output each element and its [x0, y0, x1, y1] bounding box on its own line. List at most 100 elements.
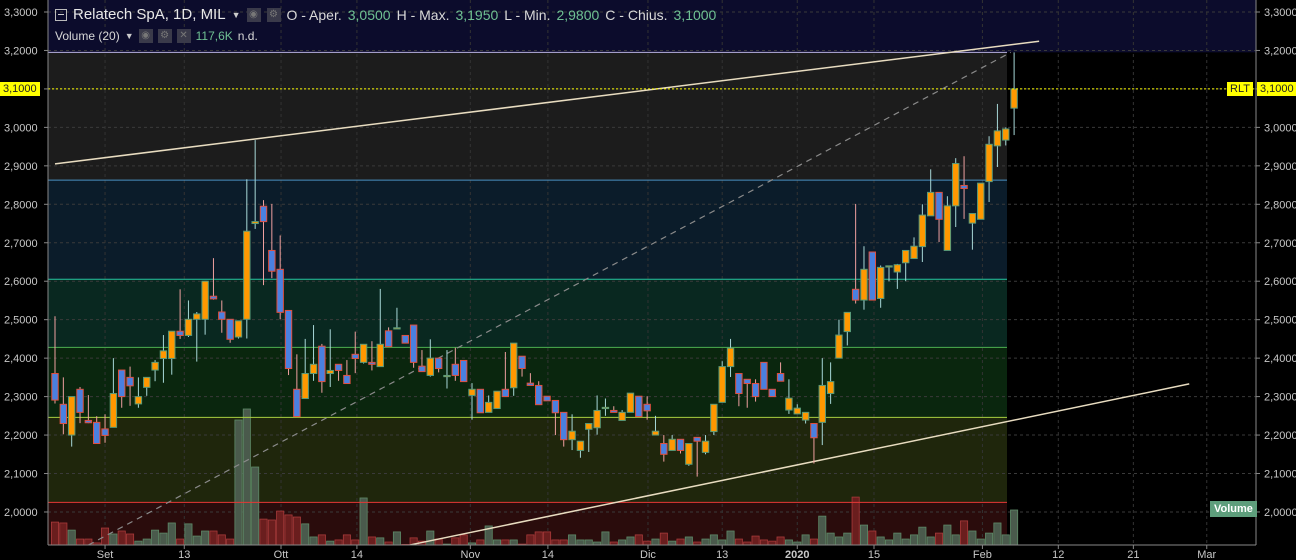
volume-bar [176, 538, 185, 546]
price-tick-label: 2,6000 [1264, 276, 1296, 288]
volume-bar [701, 538, 710, 546]
volume-bar [576, 539, 585, 546]
volume-bar [668, 540, 677, 546]
chevron-down-icon[interactable]: ▼ [232, 10, 241, 20]
candle-body [977, 182, 985, 220]
candle-body [818, 384, 826, 423]
price-tick-label: 2,9000 [1264, 161, 1296, 173]
candle-body [785, 397, 793, 411]
volume-bar [626, 536, 635, 546]
time-tick-label: 15 [868, 549, 880, 560]
volume-bar [659, 532, 668, 546]
time-tick-label: 13 [178, 549, 190, 560]
volume-ma-value: n.d. [237, 29, 258, 43]
candle-body [67, 396, 76, 436]
volume-bar [342, 534, 351, 546]
candle-body [876, 266, 885, 300]
candle-body [826, 381, 835, 395]
candle-body [843, 311, 851, 333]
price-tick-label: 3,3000 [4, 7, 38, 19]
volume-bar [259, 518, 268, 546]
price-tick-label: 2,7000 [4, 238, 38, 250]
volume-bar [134, 540, 143, 546]
candle-body [334, 363, 343, 371]
candle-body [59, 403, 68, 425]
fib-bands [48, 0, 1256, 545]
candle-body [718, 366, 726, 403]
candle-body [401, 334, 409, 344]
volume-bar [993, 522, 1002, 546]
gear-icon[interactable]: ⚙ [157, 29, 172, 43]
candle-body [726, 347, 735, 368]
time-tick-label: 13 [716, 549, 728, 560]
candle-body [393, 327, 401, 330]
candle-body [760, 361, 768, 390]
volume-bar [751, 535, 760, 546]
close-label: C - Chius. [605, 6, 668, 23]
candle-body [601, 406, 610, 410]
gear-icon[interactable]: ⚙ [266, 7, 281, 22]
candle-body [318, 345, 326, 383]
candle-body [376, 343, 384, 368]
ticker-tag: RLT [1227, 82, 1253, 96]
candle-body [651, 430, 660, 436]
candle-body [501, 388, 510, 398]
symbol-title[interactable]: Relatech SpA, 1D, MIL [73, 6, 226, 23]
volume-study-title[interactable]: Volume (20) [55, 29, 120, 43]
volume-bar [351, 539, 360, 546]
volume-bar [426, 530, 435, 546]
volume-bar [551, 539, 560, 546]
candle-body [660, 443, 668, 455]
volume-bar [226, 538, 235, 546]
price-tick-label: 2,4000 [4, 353, 38, 365]
candle-body [168, 330, 176, 360]
volume-bar [643, 540, 652, 546]
fib-band [48, 52, 1007, 181]
candle-body [193, 313, 201, 320]
collapse-icon[interactable] [55, 8, 67, 21]
eye-icon[interactable]: ◉ [138, 29, 153, 43]
volume-bar [234, 419, 243, 546]
volume-bar [101, 527, 110, 546]
volume-bar [918, 526, 927, 546]
volume-bar [618, 539, 627, 546]
volume-bar [926, 536, 935, 546]
candle-body [927, 191, 935, 217]
time-axis[interactable]: Set 13 Ott 14 Nov 14 Dic 13 2020 15 Feb 12 21 Mar [0, 544, 1296, 560]
volume-bar [1001, 534, 1010, 546]
price-tick-label: 2,5000 [4, 315, 38, 327]
candle-body [301, 373, 309, 400]
price-chart[interactable]: 3,3000 3,2000 3,1000 3,0000 2,9000 2,8000 2,70… [0, 0, 1296, 560]
candle-body [751, 383, 760, 398]
candle-body [284, 309, 293, 370]
volume-bar [709, 534, 718, 546]
fib-band [48, 417, 1007, 503]
volume-bar [776, 536, 785, 546]
left-last-price-tag: 3,1000 [0, 82, 40, 96]
candle-body [568, 430, 576, 441]
volume-axis-tag: Volume [1210, 501, 1257, 517]
chevron-down-icon[interactable]: ▼ [125, 31, 134, 41]
candle-body [476, 388, 485, 414]
candle-body [543, 395, 551, 402]
price-tick-label: 3,2000 [1264, 45, 1296, 57]
candle-body [868, 251, 877, 301]
volume-bar [51, 521, 60, 546]
eye-icon[interactable]: ◉ [246, 7, 261, 22]
volume-bar [251, 466, 260, 546]
volume-bar [276, 510, 285, 546]
candle-body [635, 395, 643, 418]
close-icon[interactable]: ✕ [176, 29, 191, 43]
volume-bar [326, 540, 335, 546]
volume-bar [317, 534, 326, 546]
volume-bar [59, 522, 68, 546]
price-tick-label: 2,8000 [4, 199, 38, 211]
volume-bar [376, 537, 385, 546]
price-tick-label: 2,2000 [1264, 430, 1296, 442]
candle-body [184, 318, 193, 336]
candle-body [51, 373, 59, 401]
volume-bar [509, 539, 518, 546]
candle-body [985, 143, 993, 183]
candle-body [735, 373, 743, 395]
candle-body [901, 249, 910, 264]
